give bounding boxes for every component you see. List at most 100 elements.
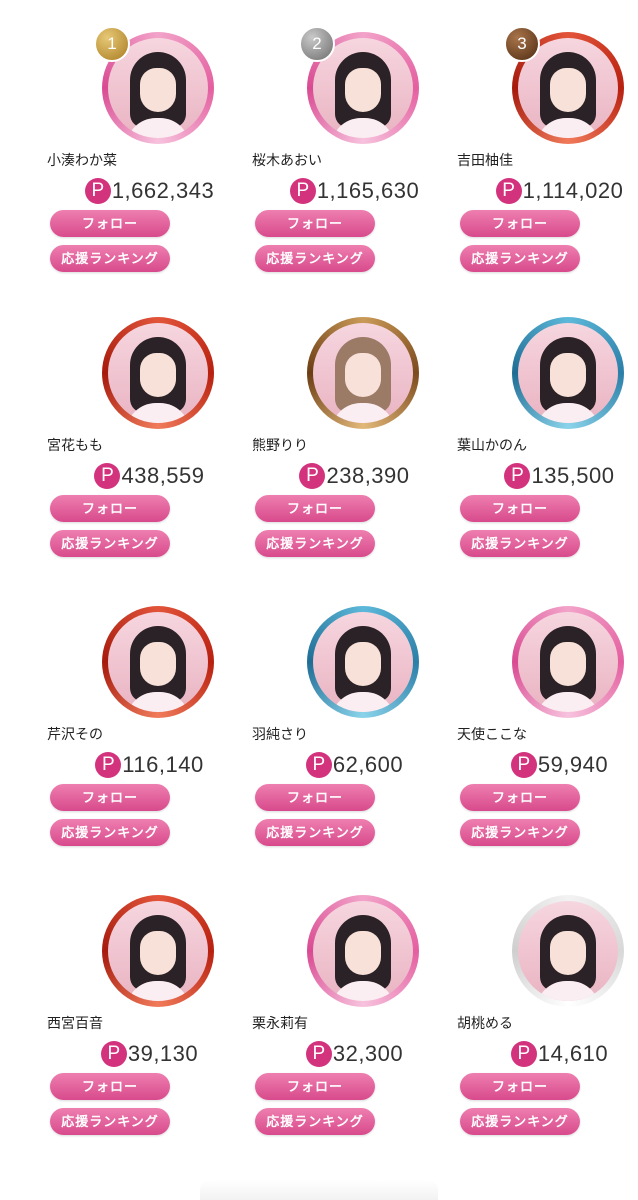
member-card: 栗永莉有 P 32,300 フォロー 応援ランキング bbox=[252, 895, 457, 1165]
member-name[interactable]: 宮花もも bbox=[47, 435, 252, 455]
member-card: 西宮百音 P 39,130 フォロー 応援ランキング bbox=[47, 895, 252, 1165]
points-value: 438,559 bbox=[121, 463, 205, 488]
follow-button[interactable]: フォロー bbox=[50, 1073, 170, 1100]
member-card: 天使ここな P 59,940 フォロー 応援ランキング bbox=[457, 606, 638, 876]
member-name[interactable]: 天使ここな bbox=[457, 724, 638, 744]
points-row: P 135,500 bbox=[457, 460, 638, 492]
support-ranking-button[interactable]: 応援ランキング bbox=[255, 1108, 375, 1135]
member-card: 羽純さり P 62,600 フォロー 応援ランキング bbox=[252, 606, 457, 876]
member-name[interactable]: 吉田柚佳 bbox=[457, 150, 638, 170]
avatar-frame[interactable] bbox=[512, 895, 624, 1007]
avatar[interactable] bbox=[313, 612, 413, 712]
points-row: P 1,662,343 bbox=[47, 175, 252, 207]
rank-badge: 1 bbox=[94, 26, 130, 62]
avatar-frame[interactable]: 2 bbox=[299, 26, 419, 144]
points-value: 116,140 bbox=[122, 752, 204, 777]
point-icon: P bbox=[305, 1041, 332, 1067]
point-icon: P bbox=[95, 752, 122, 778]
points-value: 32,300 bbox=[332, 1041, 404, 1066]
support-ranking-button[interactable]: 応援ランキング bbox=[255, 245, 375, 272]
follow-button[interactable]: フォロー bbox=[255, 1073, 375, 1100]
avatar-frame[interactable]: 3 bbox=[504, 26, 624, 144]
avatar[interactable] bbox=[313, 901, 413, 1001]
points-value: 238,390 bbox=[326, 463, 410, 488]
points-row: P 238,390 bbox=[252, 460, 457, 492]
avatar-frame[interactable]: 1 bbox=[94, 26, 214, 144]
follow-button[interactable]: フォロー bbox=[255, 784, 375, 811]
points-value: 39,130 bbox=[127, 1041, 199, 1066]
member-name[interactable]: 小湊わか菜 bbox=[47, 150, 252, 170]
avatar[interactable] bbox=[518, 612, 618, 712]
points-value: 14,610 bbox=[537, 1041, 609, 1066]
member-name[interactable]: 熊野りり bbox=[252, 435, 457, 455]
member-name[interactable]: 芹沢その bbox=[47, 724, 252, 744]
avatar-frame[interactable] bbox=[102, 317, 214, 429]
avatar[interactable] bbox=[313, 323, 413, 423]
member-name[interactable]: 栗永莉有 bbox=[252, 1013, 457, 1033]
avatar-frame[interactable] bbox=[102, 895, 214, 1007]
follow-button[interactable]: フォロー bbox=[50, 784, 170, 811]
member-card: 葉山かのん P 135,500 フォロー 応援ランキング bbox=[457, 317, 638, 587]
avatar[interactable] bbox=[108, 323, 208, 423]
member-card: 1 小湊わか菜 P 1,662,343 フォロー 応援ランキング bbox=[47, 26, 252, 302]
points-value: 135,500 bbox=[531, 463, 615, 488]
scroll-fade bbox=[200, 1180, 438, 1200]
points-value: 59,940 bbox=[537, 752, 609, 777]
member-name[interactable]: 桜木あおい bbox=[252, 150, 457, 170]
follow-button[interactable]: フォロー bbox=[460, 495, 580, 522]
avatar[interactable] bbox=[108, 901, 208, 1001]
avatar-frame[interactable] bbox=[102, 606, 214, 718]
point-icon: P bbox=[84, 178, 111, 204]
points-value: 1,165,630 bbox=[316, 178, 420, 203]
ranking-grid: 1 小湊わか菜 P 1,662,343 フォロー 応援ランキング 2 桜木あおい… bbox=[0, 0, 638, 1200]
follow-button[interactable]: フォロー bbox=[460, 210, 580, 237]
member-name[interactable]: 羽純さり bbox=[252, 724, 457, 744]
member-card: 熊野りり P 238,390 フォロー 応援ランキング bbox=[252, 317, 457, 587]
follow-button[interactable]: フォロー bbox=[50, 210, 170, 237]
avatar-frame[interactable] bbox=[307, 895, 419, 1007]
avatar-frame[interactable] bbox=[307, 606, 419, 718]
support-ranking-button[interactable]: 応援ランキング bbox=[255, 530, 375, 557]
points-row: P 39,130 bbox=[47, 1038, 252, 1070]
member-card: 2 桜木あおい P 1,165,630 フォロー 応援ランキング bbox=[252, 26, 457, 302]
avatar-frame[interactable] bbox=[512, 606, 624, 718]
points-row: P 32,300 bbox=[252, 1038, 457, 1070]
point-icon: P bbox=[510, 752, 537, 778]
follow-button[interactable]: フォロー bbox=[50, 495, 170, 522]
avatar[interactable] bbox=[108, 612, 208, 712]
points-row: P 62,600 bbox=[252, 749, 457, 781]
avatar-frame[interactable] bbox=[307, 317, 419, 429]
avatar[interactable] bbox=[518, 323, 618, 423]
support-ranking-button[interactable]: 応援ランキング bbox=[50, 1108, 170, 1135]
points-row: P 438,559 bbox=[47, 460, 252, 492]
points-value: 1,662,343 bbox=[111, 178, 215, 203]
member-name[interactable]: 西宮百音 bbox=[47, 1013, 252, 1033]
rank-badge: 3 bbox=[504, 26, 540, 62]
member-card: 胡桃める P 14,610 フォロー 応援ランキング bbox=[457, 895, 638, 1165]
support-ranking-button[interactable]: 応援ランキング bbox=[460, 530, 580, 557]
support-ranking-button[interactable]: 応援ランキング bbox=[460, 819, 580, 846]
avatar[interactable] bbox=[518, 901, 618, 1001]
points-row: P 1,165,630 bbox=[252, 175, 457, 207]
support-ranking-button[interactable]: 応援ランキング bbox=[50, 245, 170, 272]
rank-badge: 2 bbox=[299, 26, 335, 62]
follow-button[interactable]: フォロー bbox=[255, 495, 375, 522]
point-icon: P bbox=[495, 178, 522, 204]
point-icon: P bbox=[100, 1041, 127, 1067]
member-name[interactable]: 胡桃める bbox=[457, 1013, 638, 1033]
points-value: 1,114,020 bbox=[522, 178, 624, 203]
support-ranking-button[interactable]: 応援ランキング bbox=[255, 819, 375, 846]
follow-button[interactable]: フォロー bbox=[255, 210, 375, 237]
points-row: P 59,940 bbox=[457, 749, 638, 781]
support-ranking-button[interactable]: 応援ランキング bbox=[50, 530, 170, 557]
support-ranking-button[interactable]: 応援ランキング bbox=[50, 819, 170, 846]
avatar-frame[interactable] bbox=[512, 317, 624, 429]
member-name[interactable]: 葉山かのん bbox=[457, 435, 638, 455]
follow-button[interactable]: フォロー bbox=[460, 784, 580, 811]
point-icon: P bbox=[289, 178, 316, 204]
support-ranking-button[interactable]: 応援ランキング bbox=[460, 245, 580, 272]
point-icon: P bbox=[510, 1041, 537, 1067]
member-card: 芹沢その P 116,140 フォロー 応援ランキング bbox=[47, 606, 252, 876]
follow-button[interactable]: フォロー bbox=[460, 1073, 580, 1100]
support-ranking-button[interactable]: 応援ランキング bbox=[460, 1108, 580, 1135]
